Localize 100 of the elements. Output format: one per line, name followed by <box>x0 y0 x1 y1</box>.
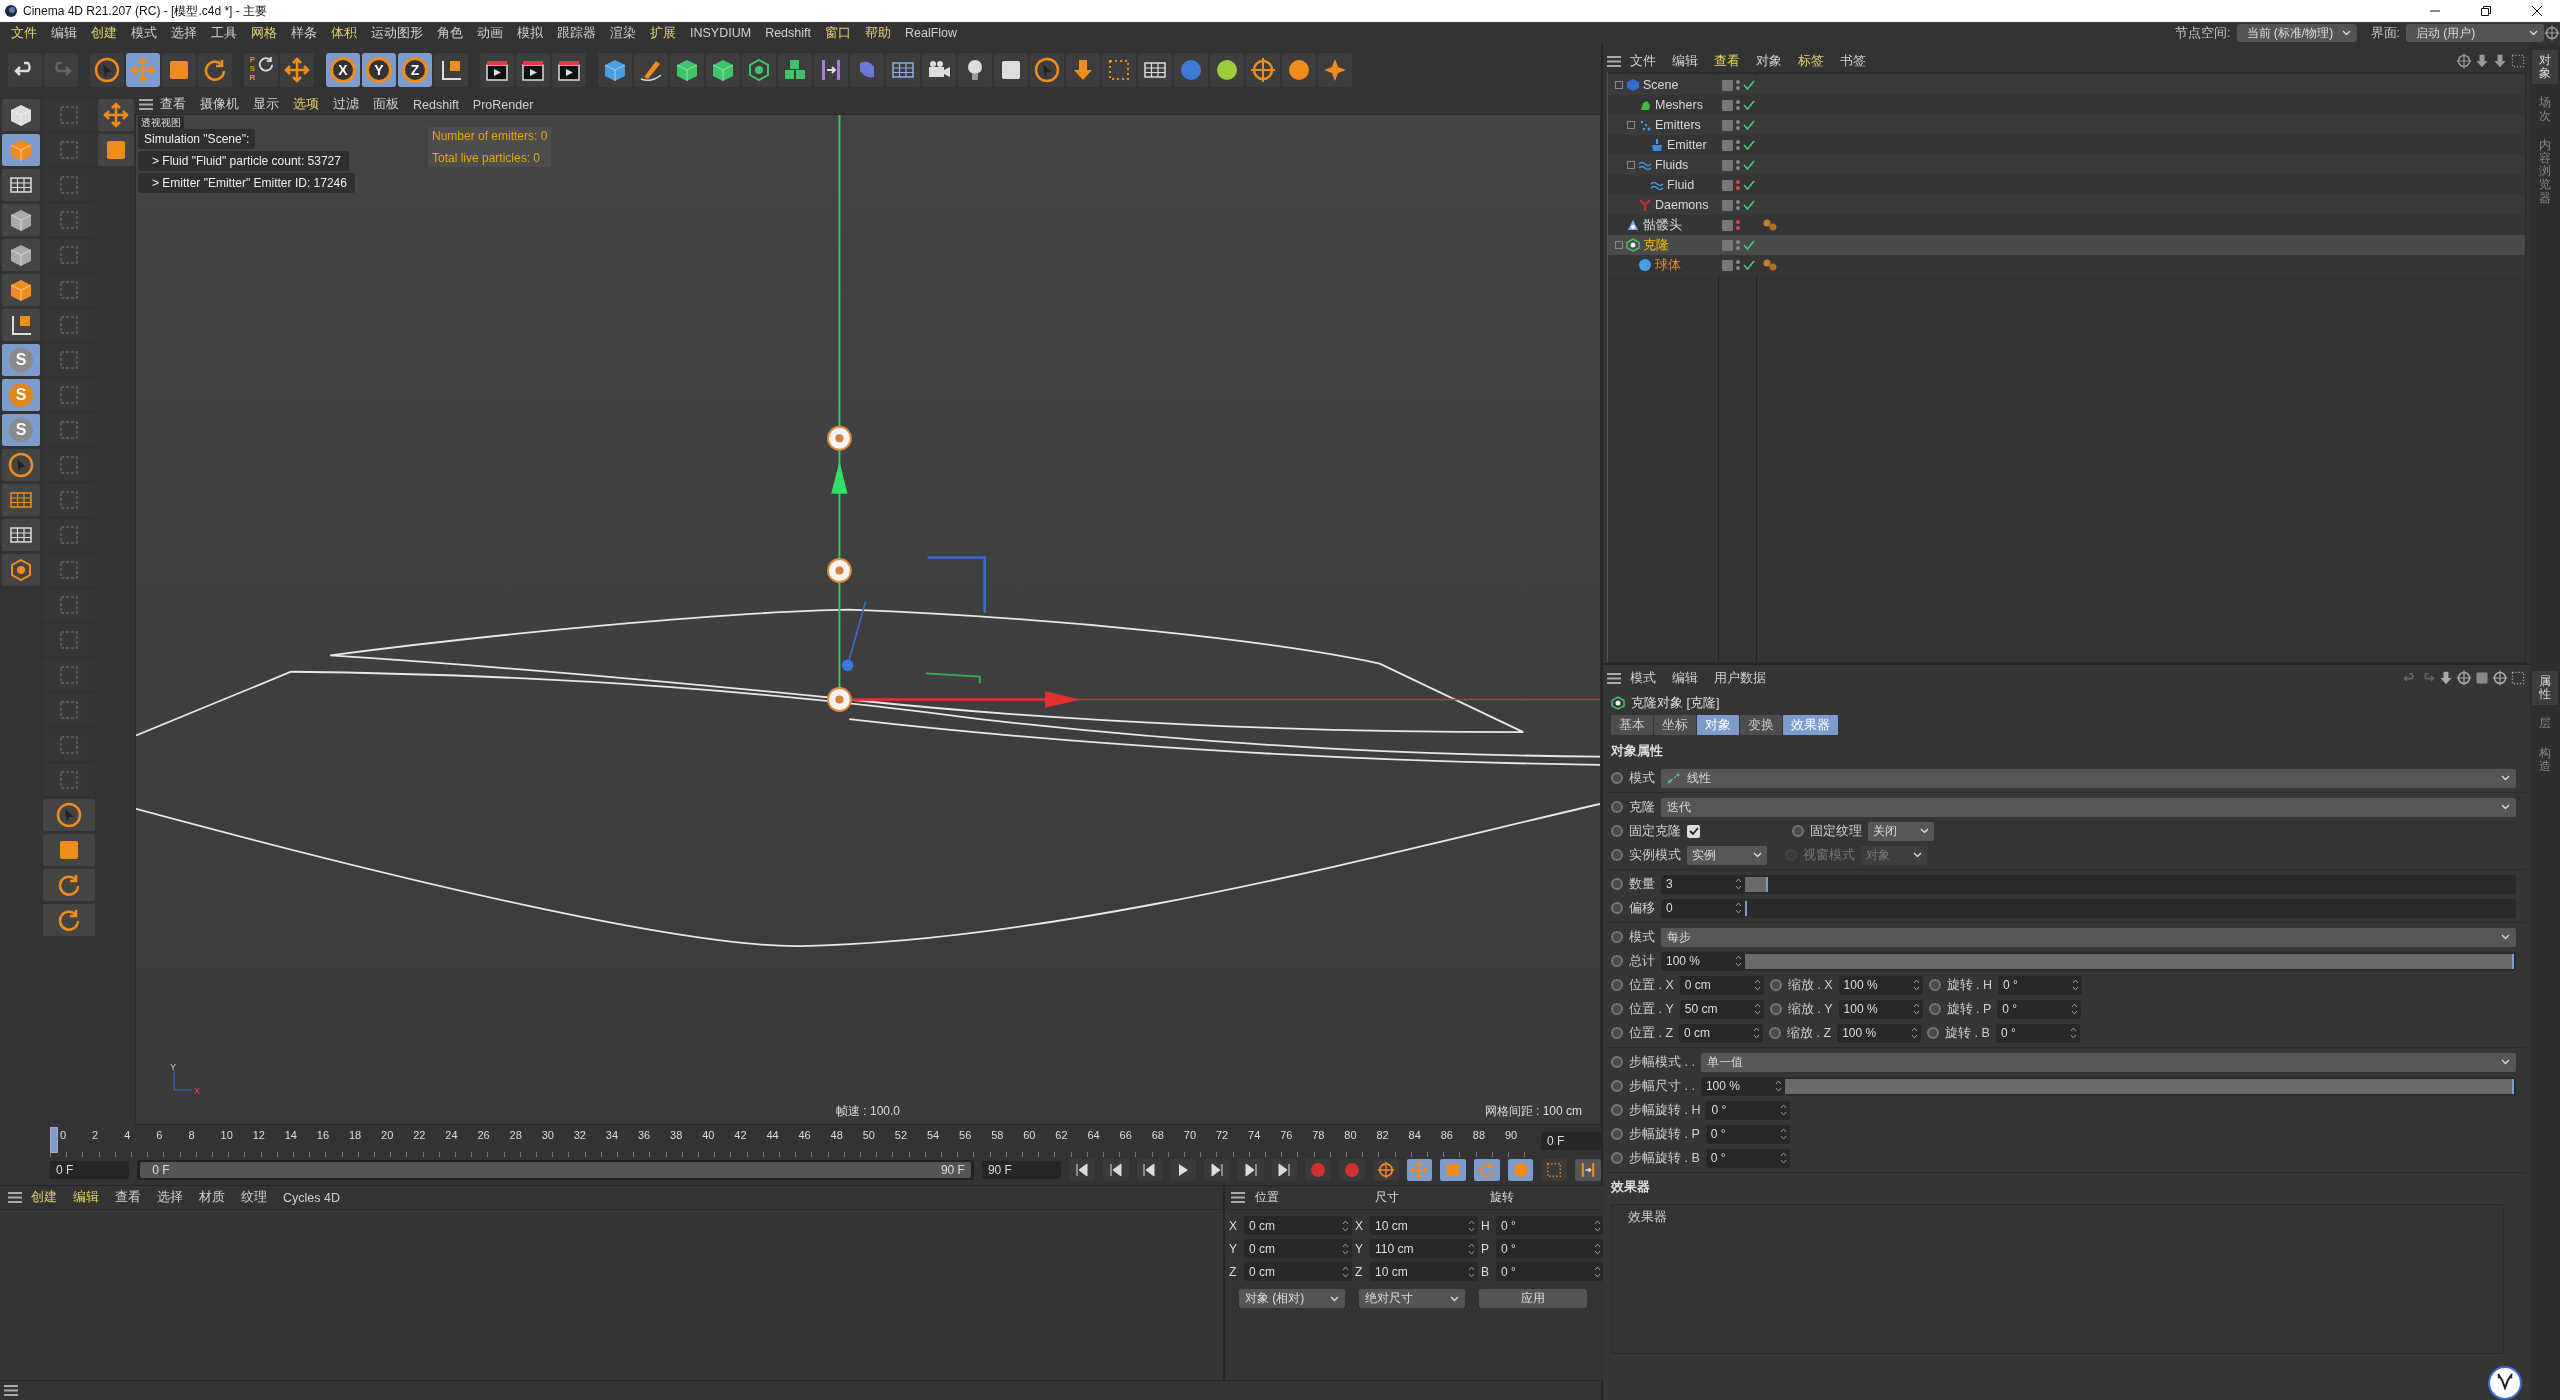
menu-item[interactable]: RealFlow <box>898 23 965 43</box>
coordinate-field[interactable]: 0 cm <box>1244 1262 1352 1281</box>
menu-item[interactable]: INSYDIUM <box>683 23 759 43</box>
object-row[interactable]: Emitters <box>1608 115 2525 135</box>
start-frame-field[interactable]: 0 F <box>50 1161 130 1179</box>
menu-item[interactable]: 模式 <box>124 23 164 43</box>
parameter-dropdown[interactable]: 迭代 <box>1661 797 2516 817</box>
attribute-menu-item[interactable]: 编辑 <box>1665 668 1705 688</box>
coordinate-field[interactable]: 0 ° <box>1496 1262 1604 1281</box>
object-menu-item[interactable]: 书签 <box>1833 51 1873 71</box>
coordinate-field[interactable]: 110 cm <box>1370 1239 1478 1258</box>
material-menu-item[interactable]: 创建 <box>24 1187 64 1208</box>
object-name[interactable]: Fluid <box>1667 178 1695 192</box>
object-name[interactable]: Scene <box>1643 78 1679 92</box>
menu-item[interactable]: 模拟 <box>510 23 550 43</box>
material-menu-item[interactable]: 材质 <box>192 1187 232 1208</box>
coordinate-mode-dropdown[interactable]: 对象 (相对) <box>1239 1289 1345 1308</box>
parameter-dropdown[interactable]: 单一值 <box>1700 1052 2516 1072</box>
coordinate-field[interactable]: 10 cm <box>1370 1216 1478 1235</box>
parameter-dropdown[interactable]: 实例 <box>1687 845 1767 865</box>
axis-lock-button[interactable]: X <box>326 52 360 87</box>
viewport-menu-item[interactable]: 显示 <box>246 94 286 115</box>
menu-item[interactable]: 跟踪器 <box>550 23 603 43</box>
viewport-menu-item[interactable]: 过滤 <box>326 94 366 115</box>
menu-item[interactable]: 渲染 <box>603 23 643 43</box>
object-name[interactable]: Emitter <box>1667 138 1707 152</box>
coordinate-field[interactable]: 0 ° <box>1496 1216 1604 1235</box>
object-name[interactable]: Emitters <box>1655 118 1701 132</box>
attribute-tab[interactable]: 坐标 <box>1654 715 1696 735</box>
material-menu-item[interactable]: 查看 <box>108 1187 148 1208</box>
object-row[interactable]: Scene <box>1608 75 2525 95</box>
attribute-tab[interactable]: 基本 <box>1611 715 1653 735</box>
side-tab[interactable]: 层 <box>2532 713 2558 735</box>
coordinate-field[interactable]: 0 cm <box>1244 1239 1352 1258</box>
material-menu-item[interactable]: 选择 <box>150 1187 190 1208</box>
object-row[interactable]: Fluids <box>1608 155 2525 175</box>
viewport-menu-item[interactable]: ProRender <box>465 94 541 115</box>
material-menu-item[interactable]: Cycles 4D <box>276 1187 347 1208</box>
object-name[interactable]: 球体 <box>1655 256 1681 274</box>
end-frame-field[interactable]: 90 F <box>981 1161 1062 1179</box>
side-tab[interactable]: 对象 <box>2532 50 2558 85</box>
parameter-dropdown[interactable]: 线性 <box>1661 768 2516 788</box>
side-tab[interactable]: 属性 <box>2532 671 2558 706</box>
psr-button[interactable]: PSR <box>244 52 278 87</box>
number-field[interactable]: 0 ° <box>1997 999 2082 1019</box>
object-name[interactable]: 骷髅头 <box>1643 216 1682 234</box>
menu-item[interactable]: 编辑 <box>44 23 84 43</box>
number-field[interactable]: 100 % <box>1838 975 1923 995</box>
attribute-menu-item[interactable]: 模式 <box>1623 668 1663 688</box>
axis-lock-button[interactable]: Y <box>362 52 396 87</box>
menu-item[interactable]: 窗口 <box>818 23 858 43</box>
parameter-dropdown[interactable]: 每步 <box>1661 927 2516 947</box>
side-tab[interactable]: 场次 <box>2532 92 2558 127</box>
menu-item[interactable]: 体积 <box>324 23 364 43</box>
number-field[interactable]: 100 % <box>1837 1023 1922 1043</box>
node-space-dropdown[interactable]: 当前 (标准/物理) <box>2236 24 2357 42</box>
number-field[interactable]: 0 ° <box>1705 1148 1790 1168</box>
object-name[interactable]: 克隆 <box>1643 236 1669 254</box>
number-field[interactable]: 0 ° <box>1705 1124 1790 1144</box>
side-tab[interactable]: 构造 <box>2532 742 2558 777</box>
object-menu-item[interactable]: 标签 <box>1791 51 1831 71</box>
menu-item[interactable]: 运动图形 <box>364 23 430 43</box>
object-menu-item[interactable]: 对象 <box>1749 51 1789 71</box>
menu-item[interactable]: 创建 <box>84 23 124 43</box>
viewport-menu-item[interactable]: 查看 <box>153 94 193 115</box>
layout-dropdown[interactable]: 启动 (用户) <box>2406 24 2544 42</box>
object-name[interactable]: Fluids <box>1655 158 1689 172</box>
material-menu-item[interactable]: 编辑 <box>66 1187 106 1208</box>
viewport-menu-item[interactable]: 选项 <box>286 94 326 115</box>
viewport-menu-item[interactable]: Redshift <box>406 94 466 115</box>
object-row[interactable]: Daemons <box>1608 195 2525 215</box>
menu-item[interactable]: 动画 <box>470 23 510 43</box>
menu-item[interactable]: 帮助 <box>858 23 898 43</box>
menu-item[interactable]: 工具 <box>204 23 244 43</box>
number-field[interactable]: 0 <box>1661 898 1745 918</box>
menu-item[interactable]: 角色 <box>430 23 470 43</box>
menu-item[interactable]: 扩展 <box>643 23 683 43</box>
current-frame-field[interactable]: 0 F <box>1541 1132 1601 1150</box>
viewport-menu-item[interactable]: 面板 <box>366 94 406 115</box>
menu-item[interactable]: 文件 <box>4 23 44 43</box>
size-mode-dropdown[interactable]: 绝对尺寸 <box>1359 1289 1465 1308</box>
number-field[interactable]: 50 cm <box>1679 999 1764 1019</box>
attribute-menu-item[interactable]: 用户数据 <box>1707 668 1773 688</box>
object-row[interactable]: 克隆 <box>1608 235 2525 255</box>
object-menu-item[interactable]: 文件 <box>1623 51 1663 71</box>
parameter-dropdown[interactable]: 关闭 <box>1868 821 1934 841</box>
viewport-menu-item[interactable]: 摄像机 <box>193 94 246 115</box>
object-menu-item[interactable]: 编辑 <box>1665 51 1705 71</box>
number-field[interactable]: 0 cm <box>1679 1023 1764 1043</box>
menu-item[interactable]: 网格 <box>244 23 284 43</box>
coordinate-field[interactable]: 0 ° <box>1496 1239 1604 1258</box>
effector-list[interactable]: 效果器 <box>1611 1204 2504 1354</box>
object-name[interactable]: Daemons <box>1655 198 1709 212</box>
number-field[interactable]: 100 % <box>1838 999 1923 1019</box>
number-field[interactable]: 100 % <box>1661 951 1745 971</box>
menu-item[interactable]: Redshift <box>758 23 818 43</box>
number-field[interactable]: 0 cm <box>1679 975 1764 995</box>
number-field[interactable]: 3 <box>1661 874 1745 894</box>
number-field[interactable]: 0 ° <box>1998 975 2082 995</box>
menu-item[interactable]: 样条 <box>284 23 324 43</box>
